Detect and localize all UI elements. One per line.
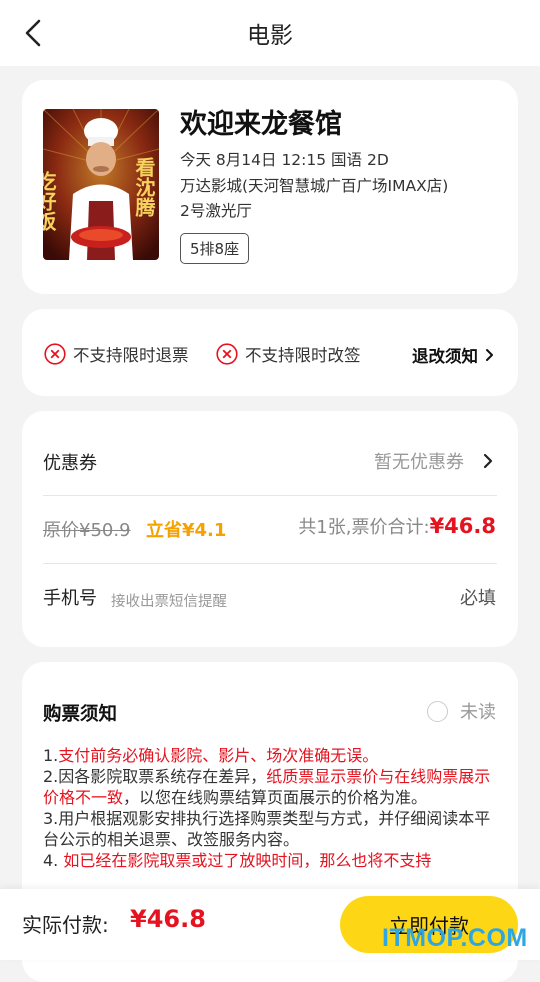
no-change-icon	[216, 343, 238, 365]
divider	[43, 495, 497, 496]
payment-card: 优惠券 暂无优惠券 原价¥50.9 立省¥4.1 共1张,票价合计:¥46.8 …	[22, 411, 518, 647]
required-hint: 必填	[460, 588, 496, 609]
poster-text-right: 看沈腾	[132, 157, 156, 218]
showtime-text: 今天 8月14日 12:15 国语 2D	[180, 151, 389, 169]
watermark: ITMOP.COM	[382, 924, 528, 952]
movie-title: 欢迎来龙餐馆	[180, 109, 342, 140]
movie-poster: 吃好饭 看沈腾	[43, 109, 159, 260]
cinema-name: 万达影城(天河智慧城广百广场IMAX店)	[180, 177, 449, 195]
no-change-item: 不支持限时改签	[216, 342, 361, 366]
notice-title: 购票须知	[43, 704, 118, 725]
unread-label: 未读	[460, 702, 496, 723]
chevron-right-icon	[483, 453, 493, 469]
phone-input[interactable]: 接收出票短信提醒	[111, 583, 231, 621]
hall-name: 2号激光厅	[180, 202, 252, 220]
no-refund-icon	[44, 343, 66, 365]
actual-payment-label: 实际付款:	[22, 913, 109, 937]
poster-text-left: 吃好饭	[43, 171, 57, 232]
no-refund-item: 不支持限时退票	[44, 342, 189, 366]
seat-tag: 5排8座	[180, 233, 250, 264]
radio-circle-icon	[427, 700, 448, 722]
top-navigation-bar: 电影	[0, 0, 540, 66]
notice-item-2: 2.因各影院取票系统存在差异，纸质票显示票价与在线购票展示价格不一致，以您在线购…	[43, 767, 491, 807]
page-title: 电影	[247, 23, 293, 49]
chevron-right-icon	[486, 349, 493, 361]
saved-amount: 立省¥4.1	[146, 520, 227, 541]
original-price: 原价¥50.9	[43, 520, 131, 541]
refund-policy-link[interactable]: 退改须知	[412, 343, 496, 367]
coupon-label: 优惠券	[43, 453, 97, 474]
refund-policy-label: 退改须知	[412, 347, 478, 366]
actual-payment-price: ¥46.8	[130, 905, 206, 933]
total-price: ¥46.8	[429, 514, 496, 538]
ticket-total: 共1张,票价合计:¥46.8	[298, 513, 496, 539]
divider	[43, 563, 497, 564]
notice-item-1: 1.支付前务必确认影院、影片、场次准确无误。	[43, 746, 379, 765]
total-label: 共1张,票价合计:	[298, 517, 430, 538]
phone-label: 手机号	[43, 588, 97, 609]
no-change-label: 不支持限时改签	[245, 346, 361, 365]
notice-item-3: 3.用户根据观影安排执行选择购票类型与方式，并仔细阅读本平台公示的相关退票、改签…	[43, 809, 491, 849]
coupon-selector[interactable]: 暂无优惠券	[374, 448, 496, 474]
back-arrow-icon[interactable]	[18, 16, 50, 50]
no-refund-label: 不支持限时退票	[73, 346, 189, 365]
notice-text: 1.支付前务必确认影院、影片、场次准确无误。 2.因各影院取票系统存在差异，纸质…	[43, 745, 495, 871]
notice-item-4: 4. 如已经在影院取票或过了放映时间，那么也将不支持	[43, 851, 432, 870]
coupon-value: 暂无优惠券	[374, 452, 464, 473]
movie-info-card: 吃好饭 看沈腾 欢迎来龙餐馆 今天 8月14日 12:15 国语 2D 万达影城…	[22, 80, 518, 294]
read-status-toggle[interactable]: 未读	[427, 698, 496, 724]
refund-policy-card: 不支持限时退票 不支持限时改签 退改须知	[22, 309, 518, 396]
